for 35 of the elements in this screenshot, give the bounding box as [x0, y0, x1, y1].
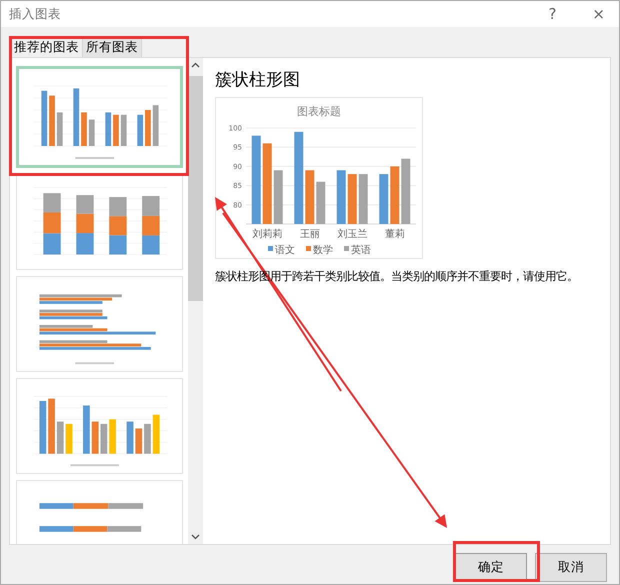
category-label: 董莉 — [384, 229, 405, 240]
close-button[interactable]: × — [588, 5, 609, 23]
chart-thumbnail[interactable] — [16, 378, 183, 474]
scroll-up-icon[interactable] — [191, 61, 200, 70]
bar — [305, 170, 314, 224]
legend-swatch — [344, 246, 349, 251]
legend-swatch — [306, 246, 311, 251]
chart-title: 图表标题 — [297, 105, 341, 118]
bar — [316, 182, 326, 224]
tab[interactable]: 推荐的图表 — [11, 38, 82, 57]
legend-swatch — [268, 246, 273, 251]
preview-title: 簇状柱形图 — [215, 69, 301, 91]
bar — [390, 166, 400, 224]
legend-label: 数学 — [313, 245, 333, 256]
window-title: 插入图表 — [9, 6, 62, 22]
chart-thumbnail[interactable] — [16, 276, 183, 372]
bar — [274, 170, 283, 224]
bar — [358, 174, 368, 224]
cancel-button[interactable]: 取消 — [535, 553, 607, 582]
chart-thumbnail[interactable] — [16, 174, 183, 270]
bar — [336, 170, 346, 224]
legend-label: 语文 — [275, 245, 295, 256]
scrollbar-thumb[interactable] — [188, 76, 203, 301]
tab[interactable]: 所有图表 — [82, 37, 142, 57]
scrollbar[interactable] — [188, 58, 203, 544]
legend-label: 英语 — [351, 245, 371, 256]
chart-thumbnail[interactable] — [16, 66, 183, 168]
bar — [401, 158, 410, 224]
bar — [348, 174, 357, 224]
category-label: 刘莉莉 — [252, 229, 282, 240]
help-button[interactable]: ? — [544, 5, 560, 23]
category-label: 王丽 — [300, 229, 320, 240]
category-label: 刘玉兰 — [337, 229, 368, 240]
scroll-down-icon[interactable] — [191, 532, 200, 541]
bar — [379, 174, 388, 224]
